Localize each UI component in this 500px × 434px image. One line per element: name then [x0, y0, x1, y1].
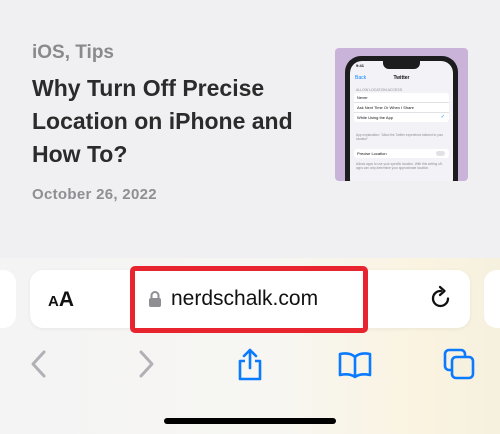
phone-status-time: 9:41 [356, 63, 365, 68]
safari-toolbar: AA nerdschalk.com [0, 258, 500, 434]
share-icon[interactable] [232, 346, 268, 382]
tabs-icon[interactable] [441, 346, 477, 382]
article-thumbnail[interactable]: 9:41 Twitter Back ALLOW LOCATION ACCESS … [335, 48, 468, 181]
chevron-left-icon[interactable] [21, 346, 57, 382]
checkmark-icon: ✓ [440, 114, 445, 120]
next-tab-card[interactable] [484, 270, 500, 328]
phone-location-options: Never Ask Next Time Or When I Share Whil… [354, 93, 449, 122]
phone-option: While Using the App ✓ [354, 113, 449, 122]
phone-back-label: Back [355, 75, 367, 81]
article-card[interactable]: iOS, Tips Why Turn Off Precise Location … [0, 0, 500, 258]
phone-precise-row: Precise Location [354, 149, 449, 158]
text-size-button[interactable]: AA [48, 288, 74, 312]
phone-option: Ask Next Time Or When I Share [354, 103, 449, 113]
phone-section-header: ALLOW LOCATION ACCESS [356, 88, 403, 92]
chevron-right-icon[interactable] [128, 346, 164, 382]
phone-notch [383, 61, 420, 69]
phone-precise-group: Precise Location [354, 149, 449, 158]
phone-precise-footnote: Allows apps to use your specific locatio… [356, 162, 443, 170]
previous-tab-card[interactable] [0, 270, 16, 328]
phone-mockup: 9:41 Twitter Back ALLOW LOCATION ACCESS … [345, 56, 458, 181]
phone-option: Never [354, 93, 449, 103]
toggle-icon [436, 151, 445, 156]
phone-option-label: While Using the App [357, 115, 394, 120]
article-date: October 26, 2022 [32, 186, 157, 203]
phone-footnote: App explanation: "Allow the Twitter expe… [356, 133, 444, 141]
book-icon[interactable] [337, 346, 373, 382]
reload-icon[interactable] [429, 285, 453, 311]
url-highlight-box [130, 266, 368, 333]
article-title[interactable]: Why Turn Off Precise Location on iPhone … [32, 72, 312, 171]
phone-precise-label: Precise Location [357, 151, 387, 156]
phone-screen: 9:41 Twitter Back ALLOW LOCATION ACCESS … [350, 61, 453, 181]
article-category[interactable]: iOS, Tips [32, 42, 114, 64]
home-indicator [164, 418, 336, 424]
